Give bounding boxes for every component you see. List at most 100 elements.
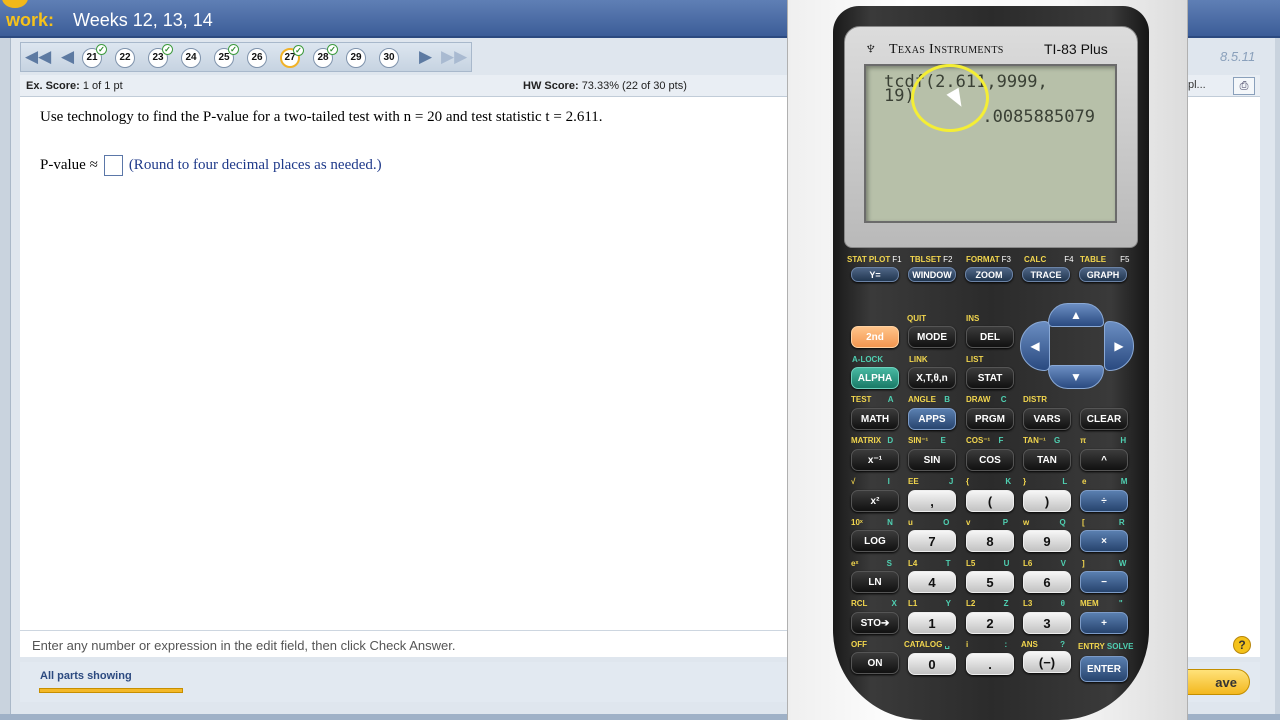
key-del[interactable]: DEL — [966, 326, 1014, 348]
print-icon[interactable]: ⎙ — [1233, 77, 1255, 95]
key-9[interactable]: 9 — [1023, 530, 1071, 552]
key-y-equals[interactable]: Y= — [851, 267, 899, 282]
key-clear[interactable]: CLEAR — [1080, 408, 1128, 430]
draw-label: DRAW C — [966, 395, 1007, 404]
rcl-label: RCL X — [851, 599, 897, 608]
version-label: 8.5.11 — [1220, 49, 1256, 64]
key-7[interactable]: 7 — [908, 530, 956, 552]
question-25[interactable]: 25 ✓ — [214, 44, 239, 68]
prev-question-button[interactable]: ◀ — [61, 46, 74, 68]
key-negative[interactable]: (−) — [1023, 651, 1071, 673]
cos-inverse-label: COS⁻¹ F — [966, 436, 1004, 445]
key-tan[interactable]: TAN — [1023, 449, 1071, 471]
question-navbar: ◀◀ ◀ 21 ✓ 22 23 ✓ 24 25 ✓ 26 27 ✓ 28 ✓ 29 30 … — [20, 42, 472, 72]
exercise-score: Ex. Score: 1 of 1 pt — [26, 80, 123, 92]
question-21[interactable]: 21 ✓ — [82, 44, 107, 68]
catalog-label: CATALOG ␣ — [904, 640, 950, 649]
check-icon: ✓ — [162, 44, 173, 55]
first-question-button[interactable]: ◀◀ — [25, 46, 51, 68]
key-4[interactable]: 4 — [908, 571, 956, 593]
question-27-current[interactable]: 27 ✓ — [280, 45, 304, 68]
key-1[interactable]: 1 — [908, 612, 956, 634]
tan-inverse-label: TAN⁻¹ G — [1023, 436, 1061, 445]
down-arrow-key[interactable]: ▼ — [1048, 365, 1104, 389]
e-const-label: e M — [1082, 477, 1128, 486]
question-26[interactable]: 26 — [247, 48, 267, 68]
key-window[interactable]: WINDOW — [908, 267, 956, 282]
key-graph[interactable]: GRAPH — [1079, 267, 1127, 282]
key-alpha[interactable]: ALPHA — [851, 367, 899, 389]
sin-inverse-label: SIN⁻¹ E — [908, 436, 946, 445]
key-enter[interactable]: ENTER — [1080, 656, 1128, 682]
left-arrow-key[interactable]: ◀ — [1020, 321, 1050, 371]
u-label: u O — [908, 518, 950, 527]
key-on[interactable]: ON — [851, 652, 899, 674]
key-sto[interactable]: STO➔ — [851, 612, 899, 634]
key-8[interactable]: 8 — [966, 530, 1014, 552]
parts-showing-label: All parts showing — [40, 670, 132, 682]
e-x-label: eˣ S — [851, 559, 892, 568]
entry-label: ENTRY SOLVE — [1078, 642, 1134, 651]
next-question-button[interactable]: ▶ — [419, 46, 432, 68]
key-vars[interactable]: VARS — [1023, 408, 1071, 430]
key-5[interactable]: 5 — [966, 571, 1014, 593]
ti-logo-icon: ♆ — [864, 38, 878, 58]
key-sin[interactable]: SIN — [908, 449, 956, 471]
alock-label: A-LOCK — [852, 355, 884, 364]
key-cos[interactable]: COS — [966, 449, 1014, 471]
stat-plot-label: STAT PLOT F1 — [847, 255, 902, 264]
rbrace-label: } L — [1023, 477, 1068, 486]
key-divide[interactable]: ÷ — [1080, 490, 1128, 512]
lbracket-label: [ R — [1082, 518, 1125, 527]
key-prgm[interactable]: PRGM — [966, 408, 1014, 430]
question-30[interactable]: 30 — [379, 48, 399, 68]
key-6[interactable]: 6 — [1023, 571, 1071, 593]
key-math[interactable]: MATH — [851, 408, 899, 430]
up-arrow-key[interactable]: ▲ — [1048, 303, 1104, 327]
format-label: FORMAT F3 — [966, 255, 1011, 264]
question-29[interactable]: 29 — [346, 48, 366, 68]
key-0[interactable]: 0 — [908, 653, 956, 675]
panel-link-fragment[interactable]: pl... — [1188, 79, 1206, 91]
p-value-input[interactable] — [103, 155, 123, 176]
key-comma[interactable]: , — [908, 490, 956, 512]
key-stat[interactable]: STAT — [966, 367, 1014, 389]
angle-label: ANGLE B — [908, 395, 951, 404]
rounding-hint: (Round to four decimal places as needed.… — [128, 157, 382, 173]
key-decimal[interactable]: . — [966, 653, 1014, 675]
key-xt-theta-n[interactable]: X,T,θ,n — [908, 367, 956, 389]
question-23[interactable]: 23 ✓ — [148, 44, 173, 68]
key-subtract[interactable]: − — [1080, 571, 1128, 593]
key-right-paren[interactable]: ) — [1023, 490, 1071, 512]
key-2nd[interactable]: 2nd — [851, 326, 899, 348]
key-add[interactable]: + — [1080, 612, 1128, 634]
key-mode[interactable]: MODE — [908, 326, 956, 348]
key-zoom[interactable]: ZOOM — [965, 267, 1013, 282]
key-ln[interactable]: LN — [851, 571, 899, 593]
distr-label: DISTR — [1023, 395, 1047, 404]
key-x-squared[interactable]: x² — [851, 490, 899, 512]
key-apps[interactable]: APPS — [908, 408, 956, 430]
screen-result: .0085885079 — [982, 107, 1095, 127]
key-trace[interactable]: TRACE — [1022, 267, 1070, 282]
mem-label: MEM " — [1080, 599, 1123, 608]
question-24[interactable]: 24 — [181, 48, 201, 68]
instruction-text: Enter any number or expression in the ed… — [20, 630, 788, 657]
key-caret[interactable]: ^ — [1080, 449, 1128, 471]
right-arrow-key[interactable]: ▶ — [1104, 321, 1134, 371]
key-multiply[interactable]: × — [1080, 530, 1128, 552]
key-x-inverse[interactable]: x⁻¹ — [851, 449, 899, 471]
w-label: w Q — [1023, 518, 1066, 527]
help-icon[interactable]: ? — [1233, 636, 1251, 654]
key-2[interactable]: 2 — [966, 612, 1014, 634]
question-28[interactable]: 28 ✓ — [313, 44, 338, 68]
last-question-button[interactable]: ▶▶ — [441, 46, 467, 68]
key-log[interactable]: LOG — [851, 530, 899, 552]
key-left-paren[interactable]: ( — [966, 490, 1014, 512]
l3-label: L3 θ — [1023, 599, 1065, 608]
l5-label: L5 U — [966, 559, 1010, 568]
question-22[interactable]: 22 — [115, 48, 135, 68]
check-icon: ✓ — [96, 44, 107, 55]
key-3[interactable]: 3 — [1023, 612, 1071, 634]
tblset-label: TBLSET F2 — [910, 255, 953, 264]
